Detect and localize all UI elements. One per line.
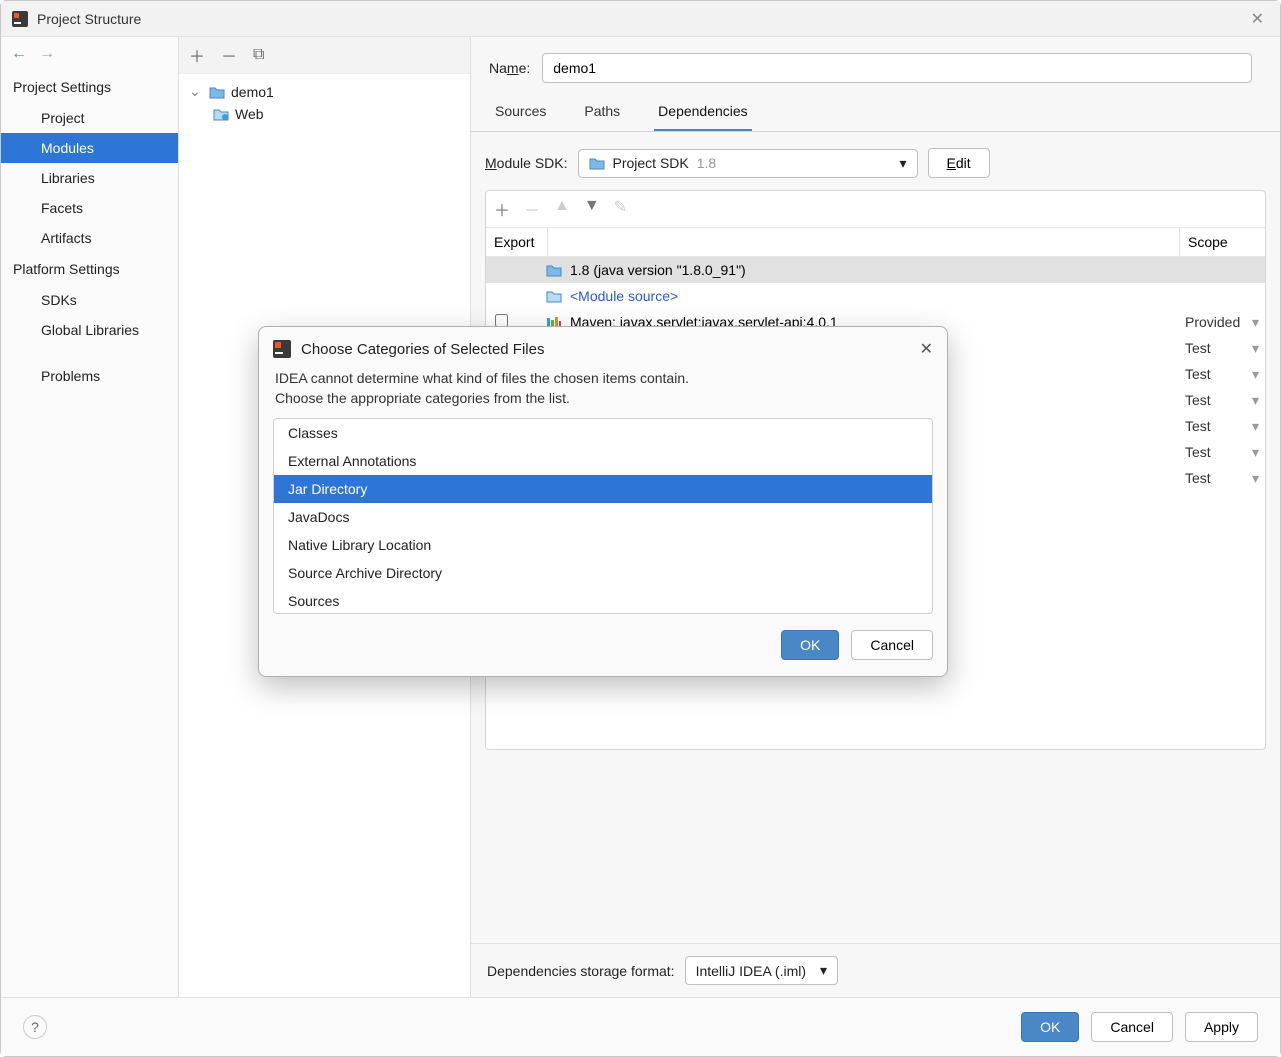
- dropdown-icon[interactable]: ▾: [1252, 444, 1259, 461]
- nav-global-libraries[interactable]: Global Libraries: [1, 315, 178, 345]
- scope-value: Test: [1185, 470, 1211, 486]
- add-icon[interactable]: ＋: [189, 43, 205, 67]
- main-button-bar: ? OK Cancel Apply: [1, 997, 1280, 1056]
- help-icon[interactable]: ?: [23, 1015, 47, 1039]
- dep-name: <Module source>: [570, 288, 678, 304]
- modal-title: Choose Categories of Selected Files: [301, 341, 544, 358]
- scope-value: Test: [1185, 392, 1211, 408]
- scope-value: Test: [1185, 444, 1211, 460]
- scope-value: Provided: [1185, 314, 1240, 330]
- category-item[interactable]: Native Library Location: [274, 531, 932, 559]
- dep-add-icon[interactable]: ＋: [494, 197, 510, 221]
- storage-label: Dependencies storage format:: [487, 963, 675, 979]
- sdk-folder-icon: [589, 156, 605, 170]
- settings-sidebar: ← → Project Settings Project Modules Lib…: [1, 37, 179, 997]
- remove-icon[interactable]: －: [221, 43, 237, 67]
- modal-ok-button[interactable]: OK: [781, 630, 839, 660]
- cancel-button[interactable]: Cancel: [1091, 1012, 1173, 1042]
- module-sdk-label: Module SDK:: [485, 155, 568, 171]
- platform-settings-header: Platform Settings: [1, 253, 178, 285]
- nav-facets[interactable]: Facets: [1, 193, 178, 223]
- scope-value: Test: [1185, 340, 1211, 356]
- scope-value: Test: [1185, 366, 1211, 382]
- dep-edit-icon[interactable]: ✎: [614, 197, 627, 221]
- module-tabs: Sources Paths Dependencies: [471, 93, 1280, 132]
- nav-modules[interactable]: Modules: [1, 133, 178, 163]
- dep-down-icon[interactable]: ▼: [584, 197, 600, 221]
- dep-toolbar: ＋ － ▲ ▼ ✎: [486, 191, 1265, 228]
- scope-value: Test: [1185, 418, 1211, 434]
- dropdown-icon[interactable]: ▾: [1252, 392, 1259, 409]
- dropdown-icon[interactable]: ▾: [1252, 366, 1259, 383]
- dep-remove-icon[interactable]: －: [524, 197, 540, 221]
- module-tree: ⌄ demo1 Web: [179, 74, 470, 131]
- tree-root[interactable]: ⌄ demo1: [183, 80, 466, 103]
- project-settings-header: Project Settings: [1, 71, 178, 103]
- dropdown-icon[interactable]: ▾: [1252, 418, 1259, 435]
- tab-sources[interactable]: Sources: [491, 93, 550, 131]
- category-list[interactable]: ClassesExternal AnnotationsJar Directory…: [273, 418, 933, 614]
- modal-line2: Choose the appropriate categories from t…: [275, 389, 931, 409]
- nav-artifacts[interactable]: Artifacts: [1, 223, 178, 253]
- chevron-down-icon[interactable]: ⌄: [189, 83, 203, 100]
- dep-row[interactable]: 1.8 (java version "1.8.0_91"): [486, 257, 1265, 283]
- dropdown-icon: ▾: [820, 962, 827, 979]
- module-sdk-suffix: 1.8: [697, 155, 716, 171]
- modal-cancel-button[interactable]: Cancel: [851, 630, 933, 660]
- forward-icon[interactable]: →: [39, 45, 55, 63]
- category-item[interactable]: JavaDocs: [274, 503, 932, 531]
- nav-libraries[interactable]: Libraries: [1, 163, 178, 193]
- intellij-icon: [11, 10, 29, 28]
- module-name-input[interactable]: [542, 53, 1252, 83]
- dep-type-icon: [546, 263, 562, 277]
- folder-icon: [209, 85, 225, 99]
- intellij-icon: [273, 340, 291, 358]
- category-item[interactable]: Source Archive Directory: [274, 559, 932, 587]
- dep-type-icon: [546, 289, 562, 303]
- copy-icon[interactable]: ⧉: [253, 46, 264, 64]
- dep-up-icon[interactable]: ▲: [554, 197, 570, 221]
- dropdown-icon[interactable]: ▾: [1252, 340, 1259, 357]
- ok-button[interactable]: OK: [1021, 1012, 1079, 1042]
- module-sdk-value: Project SDK: [613, 155, 689, 171]
- category-item[interactable]: External Annotations: [274, 447, 932, 475]
- dropdown-icon[interactable]: ▾: [1252, 314, 1259, 331]
- storage-format-select[interactable]: IntelliJ IDEA (.iml) ▾: [685, 956, 839, 985]
- modal-description: IDEA cannot determine what kind of files…: [259, 363, 947, 418]
- tab-dependencies[interactable]: Dependencies: [654, 93, 752, 131]
- choose-categories-dialog: Choose Categories of Selected Files ✕ ID…: [258, 326, 948, 677]
- category-item[interactable]: Sources: [274, 587, 932, 614]
- window-title: Project Structure: [37, 11, 1245, 27]
- apply-button[interactable]: Apply: [1185, 1012, 1258, 1042]
- edit-sdk-button[interactable]: Edit: [928, 148, 990, 178]
- tab-paths[interactable]: Paths: [580, 93, 624, 131]
- category-item[interactable]: Jar Directory: [274, 475, 932, 503]
- col-scope: Scope: [1179, 228, 1265, 256]
- category-item[interactable]: Classes: [274, 419, 932, 447]
- tree-child-web[interactable]: Web: [183, 103, 466, 125]
- nav-arrows: ← →: [1, 37, 178, 71]
- nav-problems[interactable]: Problems: [1, 361, 178, 391]
- tree-root-label: demo1: [231, 84, 274, 100]
- dep-row[interactable]: <Module source>: [486, 283, 1265, 309]
- dep-header: Export Scope: [486, 228, 1265, 257]
- dep-name: 1.8 (java version "1.8.0_91"): [570, 262, 746, 278]
- nav-project[interactable]: Project: [1, 103, 178, 133]
- name-label: Name:: [489, 60, 530, 76]
- back-icon[interactable]: ←: [11, 45, 27, 63]
- storage-value: IntelliJ IDEA (.iml): [696, 963, 806, 979]
- module-sdk-select[interactable]: Project SDK 1.8 ▾: [578, 149, 918, 178]
- modal-line1: IDEA cannot determine what kind of files…: [275, 369, 931, 389]
- close-icon[interactable]: ✕: [1245, 9, 1270, 29]
- nav-sdks[interactable]: SDKs: [1, 285, 178, 315]
- web-icon: [213, 107, 229, 121]
- tree-child-label: Web: [235, 106, 264, 122]
- dropdown-icon[interactable]: ▾: [1252, 470, 1259, 487]
- dropdown-icon: ▾: [899, 155, 906, 172]
- title-bar: Project Structure ✕: [1, 1, 1280, 37]
- col-export: Export: [486, 228, 548, 256]
- tree-toolbar: ＋ － ⧉: [179, 37, 470, 74]
- modal-close-icon[interactable]: ✕: [920, 339, 933, 359]
